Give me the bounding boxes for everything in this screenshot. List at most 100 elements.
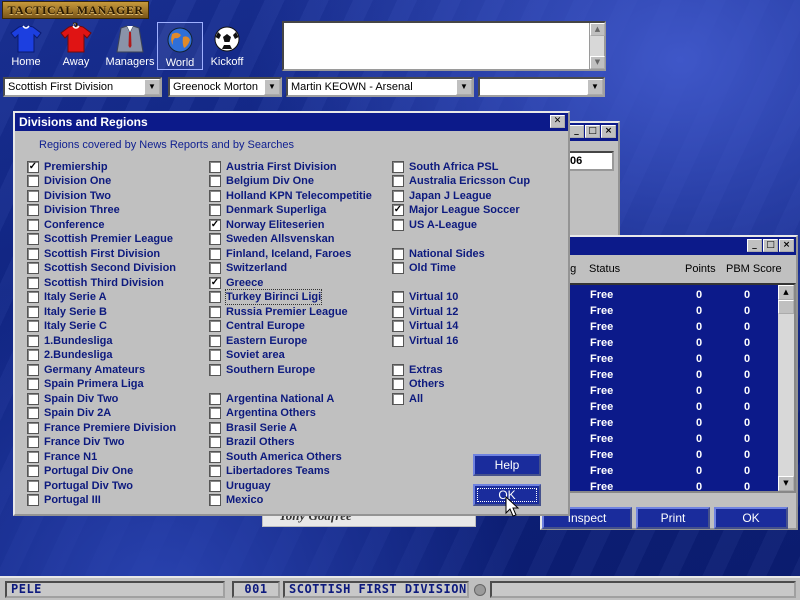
table-row[interactable]: Free 0 0 <box>568 319 773 335</box>
checkbox-unchecked-icon[interactable] <box>392 161 404 173</box>
close-icon[interactable]: × <box>601 125 616 138</box>
checkbox-unchecked-icon[interactable] <box>27 306 39 318</box>
chevron-down-icon[interactable]: ▼ <box>587 79 603 95</box>
checkbox-unchecked-icon[interactable] <box>27 494 39 506</box>
checkbox-unchecked-icon[interactable] <box>392 364 404 376</box>
division-select[interactable]: Scottish First Division ▼ <box>3 77 162 97</box>
checkbox-unchecked-icon[interactable] <box>392 262 404 274</box>
scores-list[interactable]: Free 0 0 Free 0 0 Free 0 0 Free 0 0 Free 0 0 Free 0 0 Free… <box>566 283 796 493</box>
checkbox-unchecked-icon[interactable] <box>392 219 404 231</box>
table-row[interactable]: Free 0 0 <box>568 351 773 367</box>
scroll-up-icon[interactable]: ▲ <box>778 285 794 300</box>
checkbox-unchecked-icon[interactable] <box>209 335 221 347</box>
scroll-thumb[interactable] <box>778 300 794 314</box>
checkbox-unchecked-icon[interactable] <box>27 291 39 303</box>
checkbox-unchecked-icon[interactable] <box>209 306 221 318</box>
table-row[interactable]: Free 0 0 <box>568 335 773 351</box>
table-row[interactable]: Free 0 0 <box>568 463 773 479</box>
checkbox-unchecked-icon[interactable] <box>392 378 404 390</box>
close-icon[interactable]: × <box>779 239 794 252</box>
table-row[interactable]: Free 0 0 <box>568 399 773 415</box>
checkbox-unchecked-icon[interactable] <box>209 451 221 463</box>
news-text-area[interactable]: ▲ ▼ <box>282 21 606 71</box>
checkbox-unchecked-icon[interactable] <box>392 175 404 187</box>
checkbox-unchecked-icon[interactable] <box>209 393 221 405</box>
player-select[interactable]: Martin KEOWN - Arsenal ▼ <box>286 77 474 97</box>
checkbox-unchecked-icon[interactable] <box>392 306 404 318</box>
checkbox-unchecked-icon[interactable] <box>392 190 404 202</box>
checkbox-unchecked-icon[interactable] <box>27 465 39 477</box>
checkbox-checked-icon[interactable]: ✓ <box>209 219 221 231</box>
help-button[interactable]: Help <box>473 454 541 476</box>
kickoff-button[interactable]: Kickoff <box>204 22 250 70</box>
checkbox-unchecked-icon[interactable] <box>209 190 221 202</box>
checkbox-unchecked-icon[interactable] <box>209 204 221 216</box>
checkbox-unchecked-icon[interactable] <box>392 248 404 260</box>
home-button[interactable]: Home <box>3 22 49 70</box>
managers-button[interactable]: Managers <box>104 22 156 70</box>
checkbox-unchecked-icon[interactable] <box>27 364 39 376</box>
checkbox-unchecked-icon[interactable] <box>27 422 39 434</box>
extra-select[interactable]: ▼ <box>478 77 605 97</box>
checkbox-unchecked-icon[interactable] <box>27 277 39 289</box>
checkbox-unchecked-icon[interactable] <box>392 320 404 332</box>
table-row[interactable]: Free 0 0 <box>568 303 773 319</box>
table-row[interactable]: Free 0 0 <box>568 367 773 383</box>
checkbox-unchecked-icon[interactable] <box>27 219 39 231</box>
scroll-up-icon[interactable]: ▲ <box>590 23 605 36</box>
checkbox-unchecked-icon[interactable] <box>27 175 39 187</box>
checkbox-unchecked-icon[interactable] <box>209 465 221 477</box>
scores-ok-button[interactable]: OK <box>714 507 788 529</box>
maximize-icon[interactable]: □ <box>585 125 600 138</box>
chevron-down-icon[interactable]: ▼ <box>264 79 280 95</box>
maximize-icon[interactable]: □ <box>763 239 778 252</box>
checkbox-unchecked-icon[interactable] <box>209 480 221 492</box>
checkbox-unchecked-icon[interactable] <box>27 436 39 448</box>
checkbox-unchecked-icon[interactable] <box>27 407 39 419</box>
table-row[interactable]: Free 0 0 <box>568 447 773 463</box>
checkbox-unchecked-icon[interactable] <box>392 393 404 405</box>
checkbox-unchecked-icon[interactable] <box>27 233 39 245</box>
checkbox-unchecked-icon[interactable] <box>27 349 39 361</box>
checkbox-unchecked-icon[interactable] <box>27 320 39 332</box>
table-row[interactable]: Free 0 0 <box>568 383 773 399</box>
minimize-icon[interactable]: _ <box>569 125 584 138</box>
checkbox-unchecked-icon[interactable] <box>209 422 221 434</box>
checkbox-unchecked-icon[interactable] <box>209 436 221 448</box>
news-scrollbar[interactable]: ▲ ▼ <box>589 23 605 69</box>
checkbox-unchecked-icon[interactable] <box>209 320 221 332</box>
checkbox-unchecked-icon[interactable] <box>27 335 39 347</box>
checkbox-unchecked-icon[interactable] <box>27 248 39 260</box>
checkbox-unchecked-icon[interactable] <box>392 291 404 303</box>
world-button[interactable]: World <box>157 22 203 70</box>
checkbox-unchecked-icon[interactable] <box>209 175 221 187</box>
checkbox-unchecked-icon[interactable] <box>209 161 221 173</box>
checkbox-unchecked-icon[interactable] <box>209 364 221 376</box>
checkbox-unchecked-icon[interactable] <box>27 190 39 202</box>
checkbox-unchecked-icon[interactable] <box>27 393 39 405</box>
checkbox-unchecked-icon[interactable] <box>27 378 39 390</box>
checkbox-unchecked-icon[interactable] <box>209 407 221 419</box>
table-row[interactable]: Free 0 0 <box>568 479 773 495</box>
checkbox-checked-icon[interactable]: ✓ <box>209 277 221 289</box>
scores-scrollbar[interactable]: ▲ ▼ <box>778 285 794 491</box>
chevron-down-icon[interactable]: ▼ <box>456 79 472 95</box>
scroll-down-icon[interactable]: ▼ <box>590 56 605 69</box>
checkbox-unchecked-icon[interactable] <box>209 494 221 506</box>
checkbox-checked-icon[interactable]: ✓ <box>27 161 39 173</box>
checkbox-unchecked-icon[interactable] <box>209 291 221 303</box>
checkbox-unchecked-icon[interactable] <box>27 480 39 492</box>
table-row[interactable]: Free 0 0 <box>568 431 773 447</box>
checkbox-unchecked-icon[interactable] <box>27 204 39 216</box>
checkbox-unchecked-icon[interactable] <box>27 451 39 463</box>
close-icon[interactable]: ✕ <box>550 115 565 128</box>
table-row[interactable]: Free 0 0 <box>568 287 773 303</box>
checkbox-unchecked-icon[interactable] <box>209 349 221 361</box>
checkbox-unchecked-icon[interactable] <box>209 248 221 260</box>
chevron-down-icon[interactable]: ▼ <box>144 79 160 95</box>
checkbox-unchecked-icon[interactable] <box>209 262 221 274</box>
table-row[interactable]: Free 0 0 <box>568 415 773 431</box>
checkbox-unchecked-icon[interactable] <box>392 335 404 347</box>
checkbox-checked-icon[interactable]: ✓ <box>392 204 404 216</box>
scroll-down-icon[interactable]: ▼ <box>778 476 794 491</box>
